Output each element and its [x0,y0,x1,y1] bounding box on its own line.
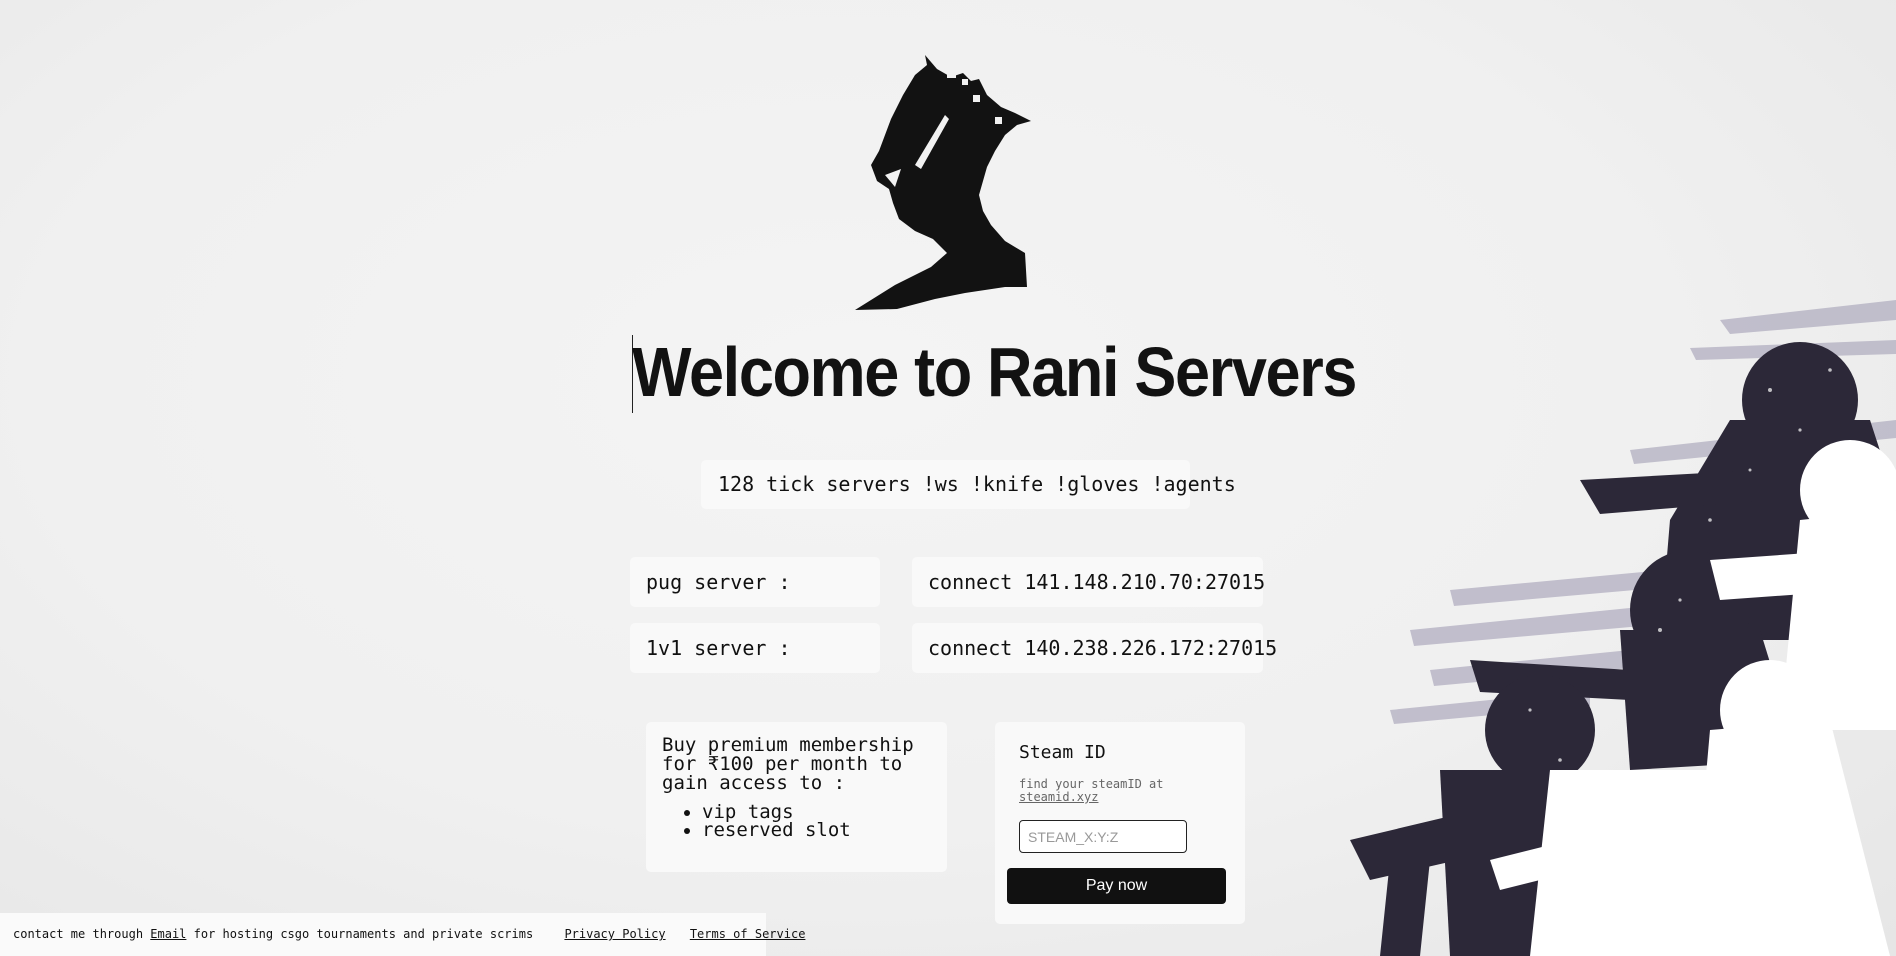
1v1-server-address[interactable]: connect 140.238.226.172:27015 [912,623,1277,673]
steamid-link[interactable]: steamid.xyz [1019,790,1098,804]
premium-card: Buy premium membership for ₹100 per mont… [646,722,947,872]
1v1-server-label: 1v1 server : [630,623,880,673]
footer: contact me through Email for hosting csg… [0,913,805,956]
terms-of-service-link[interactable]: Terms of Service [690,927,806,941]
pug-server-label: pug server : [630,557,880,607]
pay-now-button[interactable]: Pay now [1007,868,1226,904]
steam-id-title: Steam ID [1019,742,1106,763]
perk-reserved-slot: reserved slot [702,821,931,840]
steam-id-input[interactable] [1019,820,1187,853]
soldier-silhouettes-artwork [1350,300,1896,956]
privacy-policy-link[interactable]: Privacy Policy [564,927,665,941]
premium-description: Buy premium membership for ₹100 per mont… [662,734,914,794]
steam-id-hint-text: find your steamID at [1019,777,1164,791]
page-title: Welcome to Rani Servers [632,333,1357,411]
queen-silhouette-logo [855,55,1031,310]
features-card: 128 tick servers !ws !knife !gloves !age… [701,460,1236,509]
email-link[interactable]: Email [150,927,186,941]
footer-suffix: for hosting csgo tournaments and private… [193,927,534,941]
steam-id-hint: find your steamID at steamid.xyz [1019,778,1229,804]
pug-server-address[interactable]: connect 141.148.210.70:27015 [912,557,1265,607]
footer-prefix: contact me through [13,927,144,941]
perk-list: vip tags reserved slot [662,803,931,840]
payment-card: Steam ID find your steamID at steamid.xy… [995,722,1245,924]
